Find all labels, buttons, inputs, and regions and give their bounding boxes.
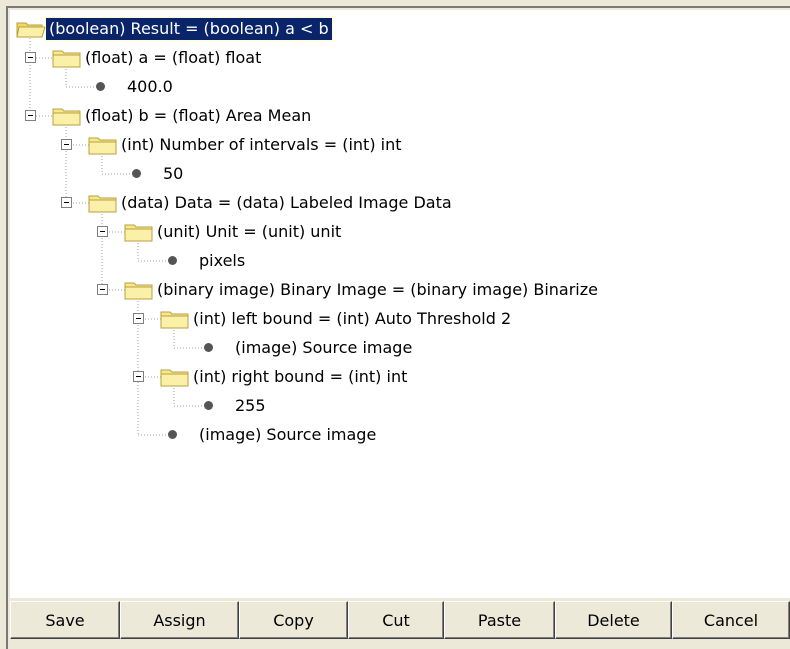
leaf-bullet-icon — [132, 169, 141, 178]
tree-leaf-source-image-left[interactable]: (image) Source image — [232, 335, 415, 361]
folder-icon — [160, 369, 189, 387]
tree-node-unit[interactable]: (unit) Unit = (unit) unit — [124, 219, 344, 245]
tree-node-a[interactable]: (float) a = (float) float — [52, 45, 264, 71]
tree-node-binary-image[interactable]: (binary image) Binary Image = (binary im… — [124, 277, 601, 303]
tree-node-label: (boolean) Result = (boolean) a < b — [45, 17, 333, 41]
tree-node-label: 400.0 — [127, 77, 173, 96]
tree-node-data[interactable]: (data) Data = (data) Labeled Image Data — [88, 190, 455, 216]
leaf-bullet-icon — [204, 343, 213, 352]
collapse-toggle-binary-image[interactable] — [97, 284, 108, 295]
tree-node-result[interactable]: (boolean) Result = (boolean) a < b — [16, 16, 333, 42]
cut-button[interactable]: Cut — [348, 601, 444, 639]
folder-icon — [52, 108, 81, 126]
tree-leaf-source-image[interactable]: (image) Source image — [196, 422, 379, 448]
folder-open-icon — [16, 22, 46, 38]
assign-button[interactable]: Assign — [120, 601, 239, 639]
copy-button[interactable]: Copy — [239, 601, 348, 639]
folder-icon — [88, 195, 117, 213]
collapse-toggle-b[interactable] — [25, 110, 36, 121]
collapse-toggle-unit[interactable] — [97, 226, 108, 237]
folder-icon — [52, 50, 81, 68]
tree-leaf-pixels[interactable]: pixels — [196, 248, 248, 274]
tree-node-label: (binary image) Binary Image = (binary im… — [157, 280, 598, 299]
tree-node-b[interactable]: (float) b = (float) Area Mean — [52, 103, 314, 129]
leaf-bullet-icon — [96, 82, 105, 91]
tree-leaf-400[interactable]: 400.0 — [124, 74, 176, 100]
tree-node-right-bound[interactable]: (int) right bound = (int) int — [160, 364, 410, 390]
expression-tree[interactable]: (boolean) Result = (boolean) a < b (floa… — [10, 10, 790, 598]
tree-node-intervals[interactable]: (int) Number of intervals = (int) int — [88, 132, 405, 158]
tree-node-label: 50 — [163, 164, 184, 183]
tree-leaf-255[interactable]: 255 — [232, 393, 269, 419]
leaf-bullet-icon — [168, 256, 177, 265]
folder-icon — [124, 282, 153, 300]
cancel-button[interactable]: Cancel — [672, 601, 790, 639]
tree-node-label: (unit) Unit = (unit) unit — [157, 222, 342, 241]
folder-icon — [88, 137, 117, 155]
tree-node-label: 255 — [235, 396, 266, 415]
folder-icon — [124, 224, 153, 242]
collapse-toggle-data[interactable] — [61, 197, 72, 208]
tree-node-label: (data) Data = (data) Labeled Image Data — [121, 193, 452, 212]
collapse-toggle-right-bound[interactable] — [133, 371, 144, 382]
delete-button[interactable]: Delete — [555, 601, 672, 639]
tree-node-label: (image) Source image — [235, 338, 413, 357]
tree-node-label: (int) left bound = (int) Auto Threshold … — [193, 309, 512, 328]
leaf-bullet-icon — [168, 430, 177, 439]
leaf-bullet-icon — [204, 401, 213, 410]
tree-node-label: (image) Source image — [199, 425, 377, 444]
tree-leaf-50[interactable]: 50 — [160, 161, 186, 187]
tree-node-label: (int) Number of intervals = (int) int — [121, 135, 402, 154]
save-button[interactable]: Save — [10, 601, 120, 639]
collapse-toggle-intervals[interactable] — [61, 139, 72, 150]
paste-button[interactable]: Paste — [444, 601, 555, 639]
folder-icon — [160, 311, 189, 329]
tree-node-label: (int) right bound = (int) int — [193, 367, 408, 386]
tree-node-label: (float) b = (float) Area Mean — [85, 106, 312, 125]
tree-node-label: (float) a = (float) float — [85, 48, 262, 67]
button-bar: Save Assign Copy Cut Paste Delete Cancel — [10, 601, 790, 641]
tree-node-label: pixels — [199, 251, 246, 270]
collapse-toggle-left-bound[interactable] — [133, 313, 144, 324]
collapse-toggle-a[interactable] — [25, 52, 36, 63]
tree-node-left-bound[interactable]: (int) left bound = (int) Auto Threshold … — [160, 306, 514, 332]
